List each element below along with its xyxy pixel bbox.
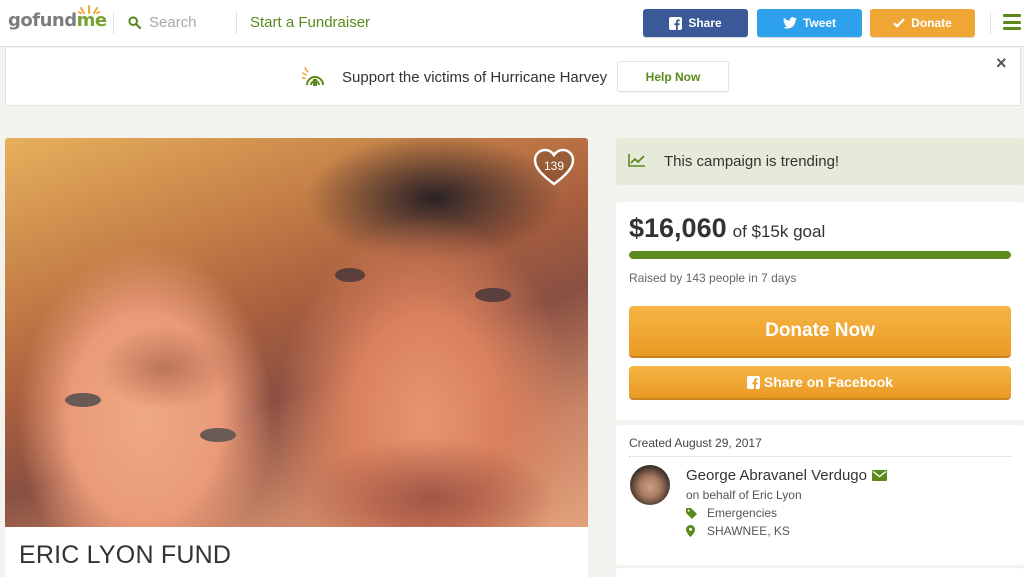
divider [236,12,237,34]
location-row: SHAWNEE, KS [686,524,790,538]
tweet-button[interactable]: Tweet [757,9,862,37]
top-navigation-bar: gofundme Search Start a Fundraiser Share [0,0,1024,47]
start-fundraiser-link[interactable]: Start a Fundraiser [250,14,370,31]
amount-raised: $16,060 of $15k goal [629,213,825,244]
progress-bar [629,251,1011,259]
facebook-icon [746,375,760,389]
next-card [616,568,1024,577]
facebook-icon [669,16,683,30]
location-pin-icon [686,525,695,537]
trending-text: This campaign is trending! [664,153,840,170]
share-on-facebook-button[interactable]: Share on Facebook [629,366,1011,398]
check-icon [893,18,905,28]
gofundme-logo[interactable]: gofundme [8,5,107,31]
campaign-title: ERIC LYON FUND [5,527,588,577]
close-icon[interactable]: × [996,53,1007,74]
logo-sun-icon [78,5,100,14]
goal-text: of $15k goal [732,222,826,241]
raised-by-text: Raised by 143 people in 7 days [629,271,797,285]
envelope-icon[interactable] [871,470,887,481]
search-placeholder: Search [149,14,197,31]
on-behalf-of: on behalf of Eric Lyon [686,488,802,502]
location-label: SHAWNEE, KS [707,524,790,538]
search-box[interactable]: Search [128,14,197,31]
hurricane-icon [302,67,324,86]
campaign-photo: 139 [5,138,588,527]
created-date: Created August 29, 2017 [629,436,762,450]
progress-fill [629,251,1011,259]
heart-count: 139 [543,159,565,173]
help-now-button[interactable]: Help Now [617,61,729,92]
search-icon [128,16,141,29]
banner-text: Support the victims of Hurricane Harvey [342,69,608,86]
trending-chart-icon [628,154,645,167]
category-label: Emergencies [707,506,778,520]
raised-amount: $16,060 [629,213,727,243]
donate-now-button[interactable]: Donate Now [629,306,1011,356]
divider [990,12,991,34]
category-row[interactable]: Emergencies [686,506,777,520]
divider [113,12,114,34]
trending-notice: This campaign is trending! [616,138,1024,185]
avatar[interactable] [630,465,670,505]
twitter-icon [782,17,797,29]
tag-icon [686,507,697,519]
heart-button[interactable]: 139 [532,147,576,187]
divider [629,456,1011,457]
organizer-name[interactable]: George Abravanel Verdugo [686,467,887,484]
donation-card: $16,060 of $15k goal Raised by 143 peopl… [616,202,1024,420]
menu-icon[interactable] [1003,14,1021,30]
organizer-card: Created August 29, 2017 George Abravanel… [616,425,1024,565]
donate-header-button[interactable]: Donate [870,9,975,37]
facebook-share-button[interactable]: Share [643,9,748,37]
hurricane-harvey-banner: Support the victims of Hurricane Harvey … [5,48,1021,106]
